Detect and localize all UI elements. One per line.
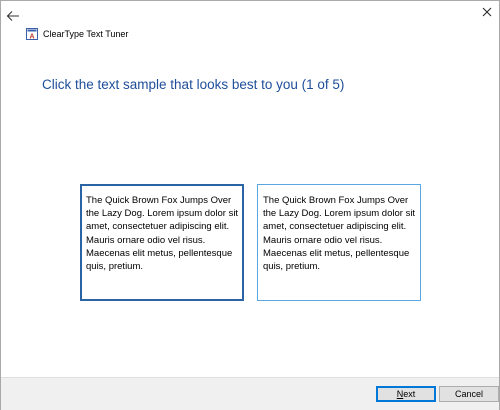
cleartype-window: A ClearType Text Tuner Click the text sa… (0, 0, 500, 410)
text-sample-2[interactable]: The Quick Brown Fox Jumps Over the Lazy … (257, 184, 421, 301)
close-button[interactable] (476, 3, 498, 21)
cancel-button[interactable]: Cancel (439, 386, 499, 402)
sample-text: The Quick Brown Fox Jumps Over the Lazy … (263, 195, 416, 273)
cleartype-app-icon: A (26, 27, 38, 40)
back-arrow-icon[interactable] (6, 9, 20, 23)
close-icon (482, 7, 492, 17)
next-button[interactable]: Next (376, 386, 436, 402)
button-bar: Next Cancel (1, 377, 499, 410)
sample-text: The Quick Brown Fox Jumps Over the Lazy … (86, 195, 239, 273)
svg-text:A: A (29, 33, 34, 40)
page-heading: Click the text sample that looks best to… (42, 77, 345, 92)
text-sample-1[interactable]: The Quick Brown Fox Jumps Over the Lazy … (80, 184, 244, 301)
window-title: ClearType Text Tuner (43, 29, 129, 39)
title-bar (1, 1, 499, 31)
